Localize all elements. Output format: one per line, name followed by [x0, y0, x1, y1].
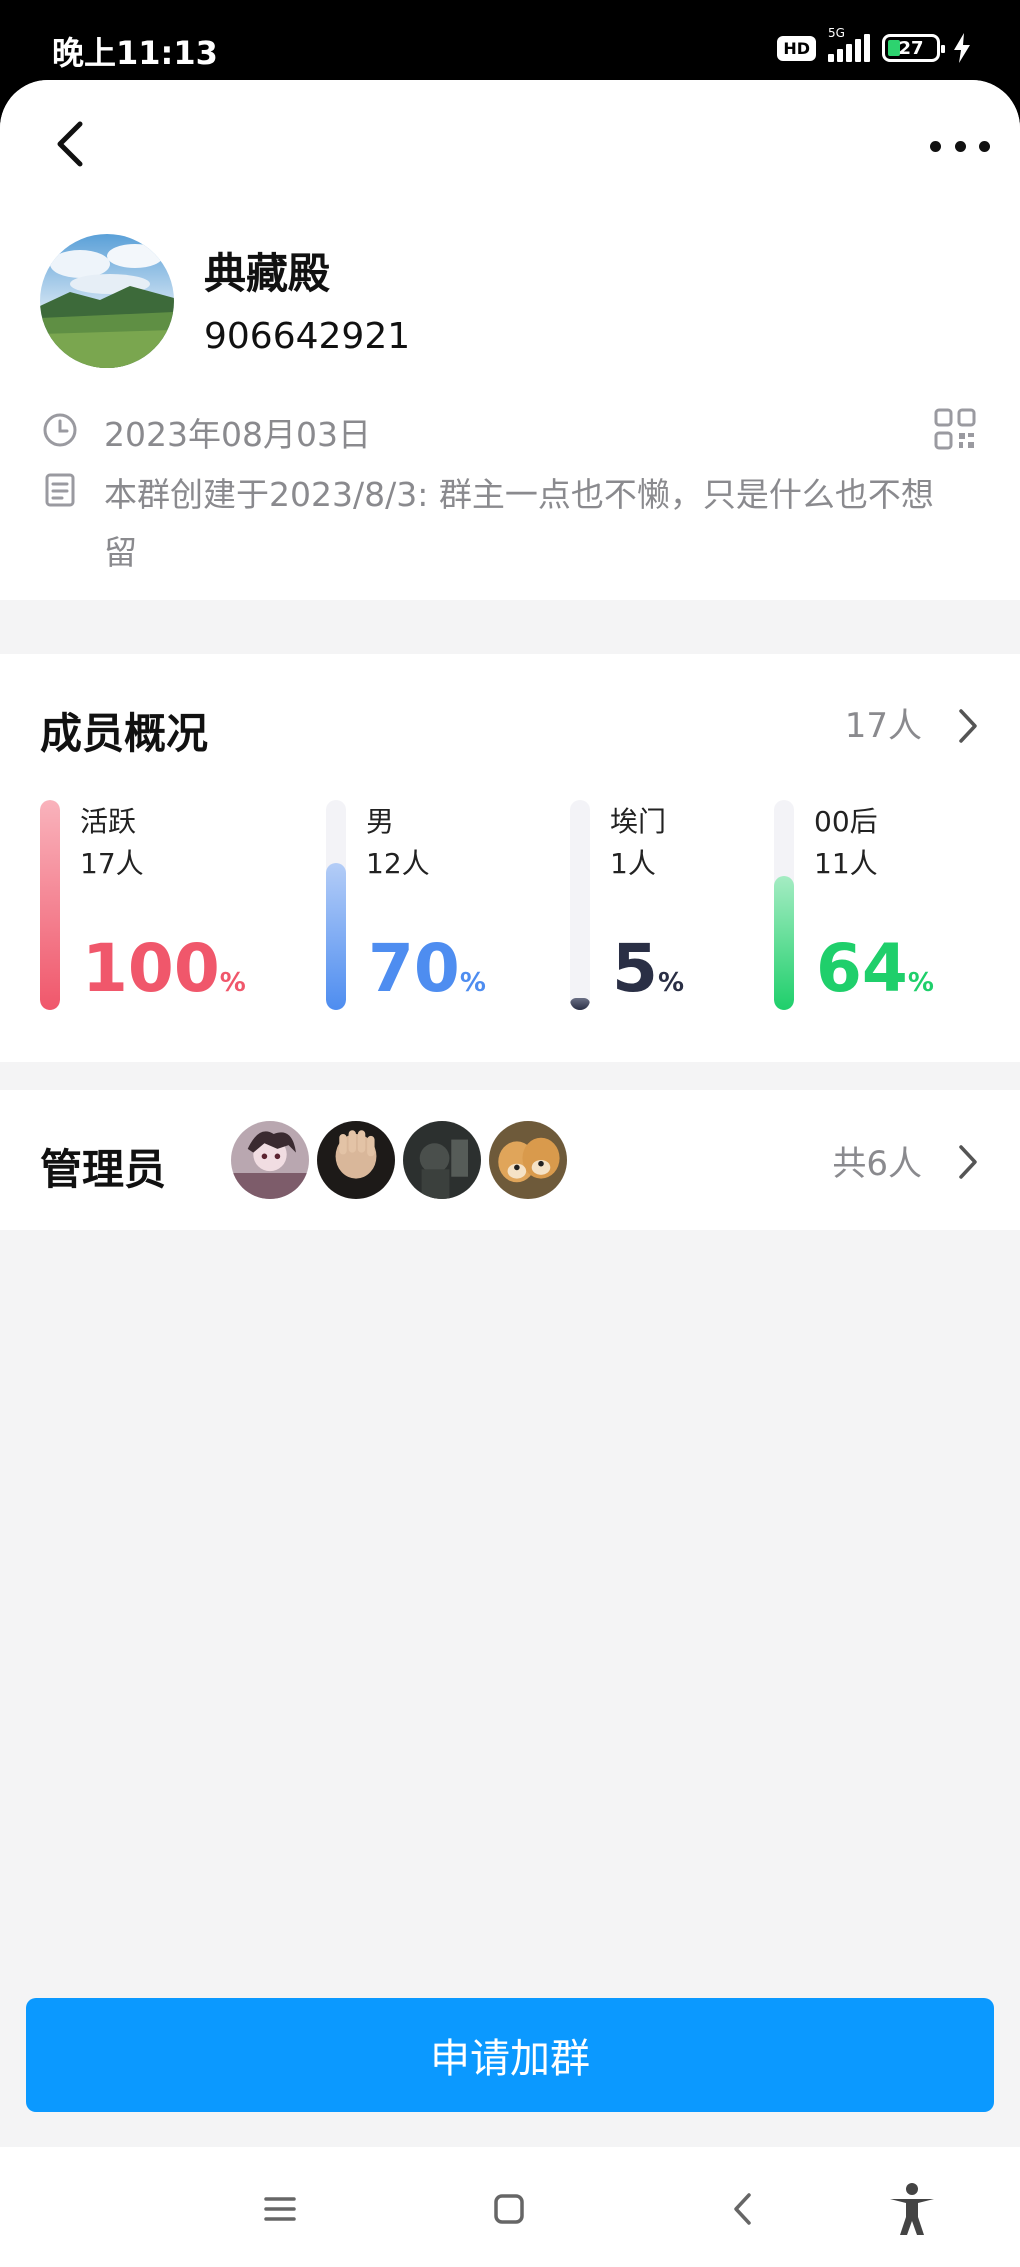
admin-avatar[interactable]	[314, 1118, 398, 1202]
group-name: 典藏殿	[204, 249, 331, 298]
stat-bar-track	[774, 800, 794, 1010]
stat-count: 11人	[814, 847, 878, 880]
dot-icon	[930, 140, 941, 152]
stat-label: 男	[366, 805, 395, 838]
admin-avatar-list	[228, 1118, 572, 1202]
system-nav-bar	[0, 2147, 1020, 2267]
admins-card[interactable]: 管理员 共6人	[0, 1090, 1020, 1230]
stat-percent: 5%	[612, 930, 684, 1007]
group-description: 本群创建于2023/8/3: 群主一点也不懒，只是什么也不想留	[104, 475, 934, 572]
more-options-button[interactable]	[930, 126, 990, 166]
stat-label: 00后	[814, 805, 878, 838]
back-button[interactable]	[44, 112, 100, 176]
stat-bar-fill	[326, 863, 346, 1010]
dot-icon	[954, 140, 966, 152]
stat-count: 12人	[366, 847, 430, 880]
group-id: 906642921	[204, 316, 411, 357]
join-group-button[interactable]: 申请加群	[26, 1998, 994, 2112]
created-date-row: 2023年08月03日	[40, 406, 371, 464]
members-title: 成员概况	[40, 709, 209, 758]
signal-icon: 5G	[828, 26, 870, 62]
network-type: 5G	[828, 26, 845, 40]
clock-icon	[43, 413, 77, 447]
hd-badge: HD	[777, 35, 816, 61]
chevron-right-icon	[959, 1145, 977, 1179]
stat-bar-track	[326, 800, 346, 1010]
created-date: 2023年08月03日	[104, 415, 371, 454]
admin-avatar[interactable]	[486, 1118, 570, 1202]
status-icons: HD 5G 27	[777, 26, 972, 66]
accessibility-icon[interactable]	[886, 2181, 938, 2237]
admin-avatar[interactable]	[400, 1118, 484, 1202]
group-avatar[interactable]	[40, 234, 174, 368]
stat-count: 1人	[610, 847, 656, 880]
stat-label: 埃门	[610, 805, 667, 838]
stat-percent: 64%	[816, 930, 934, 1007]
stat-bar-fill	[774, 876, 794, 1010]
admins-count: 共6人	[832, 1144, 922, 1184]
qr-code-icon[interactable]	[934, 408, 976, 450]
stat-count: 17人	[80, 847, 144, 880]
dot-icon	[979, 140, 990, 152]
admin-avatar[interactable]	[228, 1118, 312, 1202]
stat-bar-fill	[40, 800, 60, 1010]
status-bar: 晚上11:13 HD 5G 27	[0, 0, 1020, 80]
battery-icon: 27	[882, 34, 945, 62]
menu-icon[interactable]	[258, 2187, 302, 2231]
members-count: 17人	[844, 706, 922, 746]
home-icon[interactable]	[487, 2187, 531, 2231]
description-row: 本群创建于2023/8/3: 群主一点也不懒，只是什么也不想留	[40, 466, 980, 582]
members-overview-card[interactable]: 成员概况 17人 活跃 17人 100% 男 12人 70% 埃门 1人 5% …	[0, 654, 1020, 1062]
battery-level: 27	[898, 37, 924, 59]
status-time: 晚上11:13	[52, 34, 218, 72]
stat-bar-track	[40, 800, 60, 1010]
chevron-right-icon	[959, 709, 977, 743]
stat-bar-fill	[570, 998, 590, 1010]
charging-icon	[954, 33, 970, 63]
stat-label: 活跃	[80, 805, 137, 838]
stat-percent: 70%	[368, 930, 486, 1007]
admins-title: 管理员	[40, 1145, 167, 1194]
stat-percent: 100%	[82, 930, 246, 1007]
stat-bar-track	[570, 800, 590, 1010]
group-header-card: 典藏殿 906642921 2023年08月03日 本群创建于2023/8/3:…	[0, 80, 1020, 600]
document-icon	[45, 473, 75, 507]
back-icon[interactable]	[722, 2187, 766, 2231]
group-profile-screen: 典藏殿 906642921 2023年08月03日 本群创建于2023/8/3:…	[0, 80, 1020, 2147]
